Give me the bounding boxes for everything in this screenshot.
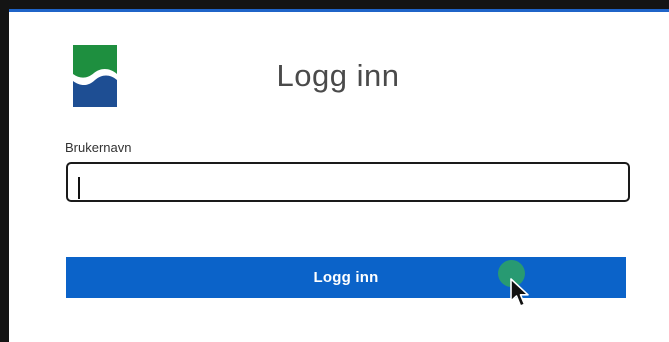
username-input[interactable] <box>66 162 630 202</box>
text-caret <box>78 177 80 199</box>
login-card: Logg inn Brukernavn Logg inn <box>9 12 669 342</box>
window-left-edge <box>0 0 9 342</box>
username-label: Brukernavn <box>65 140 132 155</box>
page-title: Logg inn <box>276 58 400 93</box>
browser-frame: Logg inn Brukernavn Logg inn <box>0 0 669 342</box>
mouse-pointer-icon <box>510 278 529 307</box>
login-button[interactable]: Logg inn <box>66 257 626 298</box>
